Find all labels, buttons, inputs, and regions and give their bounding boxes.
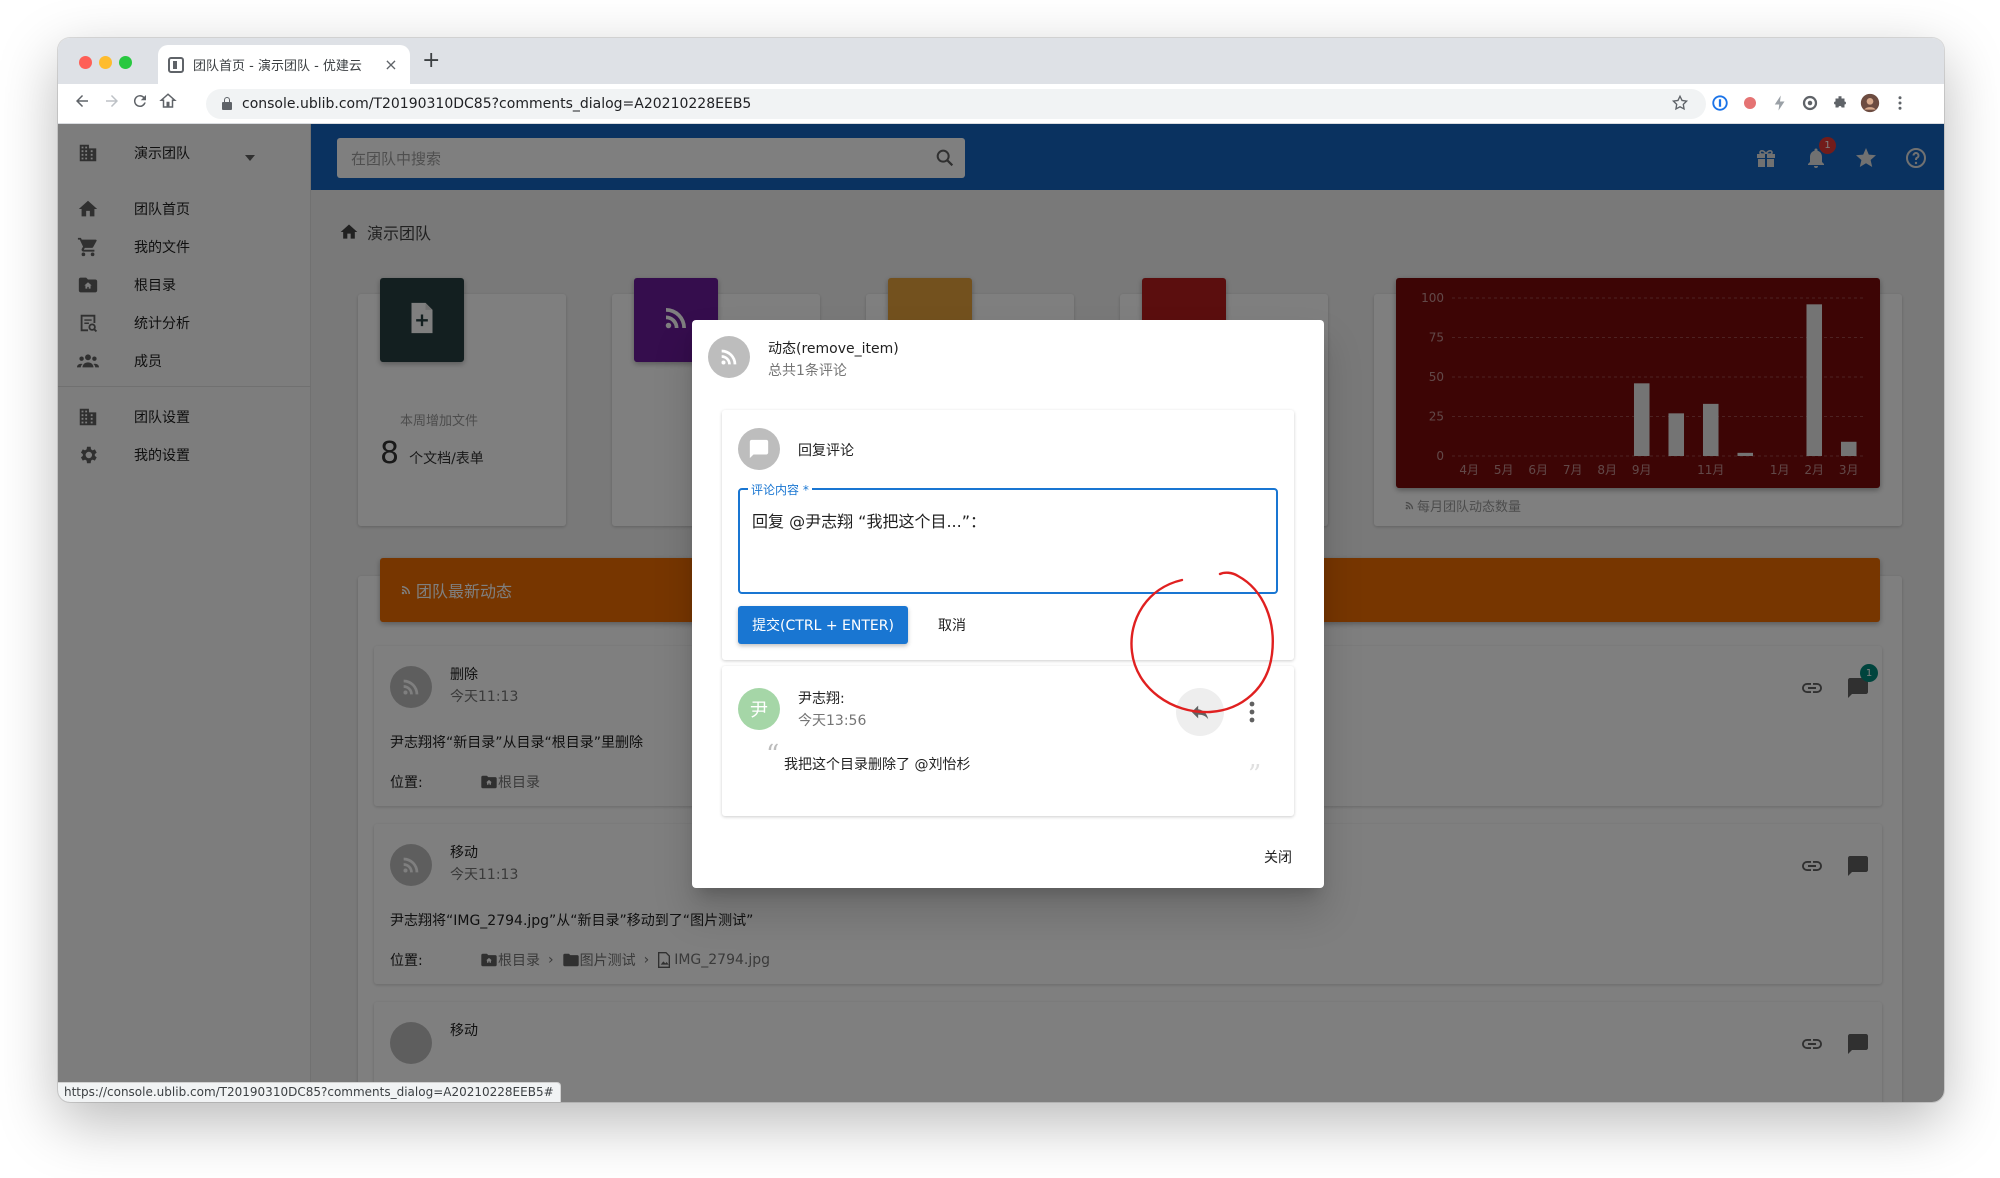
reply-card: 回复评论 评论内容 * 回复 @尹志翔 “我把这个目...”： 提交(CTRL … (722, 410, 1294, 660)
tab-favicon-icon (168, 56, 184, 73)
reply-avatar (738, 428, 780, 470)
reply-label: 回复评论 (798, 443, 854, 459)
reply-button[interactable] (1176, 688, 1224, 736)
browser-toolbar: console.ublib.com/T20190310DC85?comments… (58, 84, 1944, 124)
new-tab-button[interactable]: + (422, 48, 440, 73)
forward-icon[interactable] (100, 92, 124, 115)
dialog-title: 动态(remove_item) (768, 341, 899, 357)
comment-time: 今天13:56 (798, 713, 867, 729)
record-extension-icon[interactable] (1740, 93, 1760, 113)
more-options-icon[interactable] (1242, 696, 1262, 728)
comment-card: 尹 尹志翔: 今天13:56 “ 我把这个目录删除了 @刘怡杉 ” (722, 666, 1294, 816)
status-url: https://console.ublib.com/T20190310DC85?… (58, 1082, 561, 1102)
comments-dialog: 动态(remove_item) 总共1条评论 回复评论 评论内容 * 回复 @尹… (692, 320, 1324, 888)
comment-input-value[interactable]: 回复 @尹志翔 “我把这个目...”： (752, 508, 986, 532)
reload-icon[interactable] (128, 92, 152, 115)
reply-icon (1191, 705, 1209, 720)
close-window-button[interactable] (79, 56, 92, 69)
comment-icon (749, 439, 769, 459)
address-bar[interactable]: console.ublib.com/T20190310DC85?comments… (206, 89, 1706, 119)
tab-close-icon[interactable]: × (382, 55, 400, 74)
maximize-window-button[interactable] (119, 56, 132, 69)
browser-window: 团队首页 - 演示团队 - 优建云 × + console.ublib.com/… (58, 38, 1944, 1102)
lock-icon (222, 97, 232, 110)
puzzle-extensions-icon[interactable] (1830, 93, 1850, 113)
password-extension-icon[interactable] (1710, 93, 1730, 113)
browser-menu-icon[interactable] (1890, 93, 1910, 113)
circle-extension-icon[interactable] (1800, 93, 1820, 113)
quote-open-mark: “ (766, 740, 780, 770)
page-viewport: 演示团队 团队首页 我的文件 根目 (58, 124, 1944, 1102)
cancel-button[interactable]: 取消 (920, 606, 984, 644)
bolt-extension-icon[interactable] (1770, 93, 1790, 113)
comment-author: 尹志翔: (798, 691, 845, 707)
minimize-window-button[interactable] (99, 56, 112, 69)
comment-text: 我把这个目录删除了 @刘怡杉 (784, 757, 971, 773)
dialog-avatar (708, 336, 750, 378)
profile-avatar-icon[interactable] (1860, 93, 1880, 113)
tab-strip: 团队首页 - 演示团队 - 优建云 × + (58, 38, 1944, 84)
quote-close-mark: ” (1248, 760, 1262, 790)
dialog-subtitle: 总共1条评论 (768, 363, 847, 379)
url-text: console.ublib.com/T20190310DC85?comments… (242, 96, 752, 112)
back-icon[interactable] (70, 92, 94, 115)
dialog-close-button[interactable]: 关闭 (1248, 840, 1308, 874)
field-legend: 评论内容 * (748, 481, 812, 498)
submit-button[interactable]: 提交(CTRL + ENTER) (738, 606, 908, 644)
tab-title: 团队首页 - 演示团队 - 优建云 (193, 59, 362, 74)
comment-content-field[interactable]: 评论内容 * 回复 @尹志翔 “我把这个目...”： (738, 481, 1278, 594)
home-icon[interactable] (156, 92, 180, 115)
bookmark-star-icon[interactable] (1670, 93, 1690, 113)
browser-tab[interactable]: 团队首页 - 演示团队 - 优建云 × (158, 45, 410, 84)
rss-icon (721, 349, 737, 365)
comment-author-avatar: 尹 (738, 688, 780, 730)
